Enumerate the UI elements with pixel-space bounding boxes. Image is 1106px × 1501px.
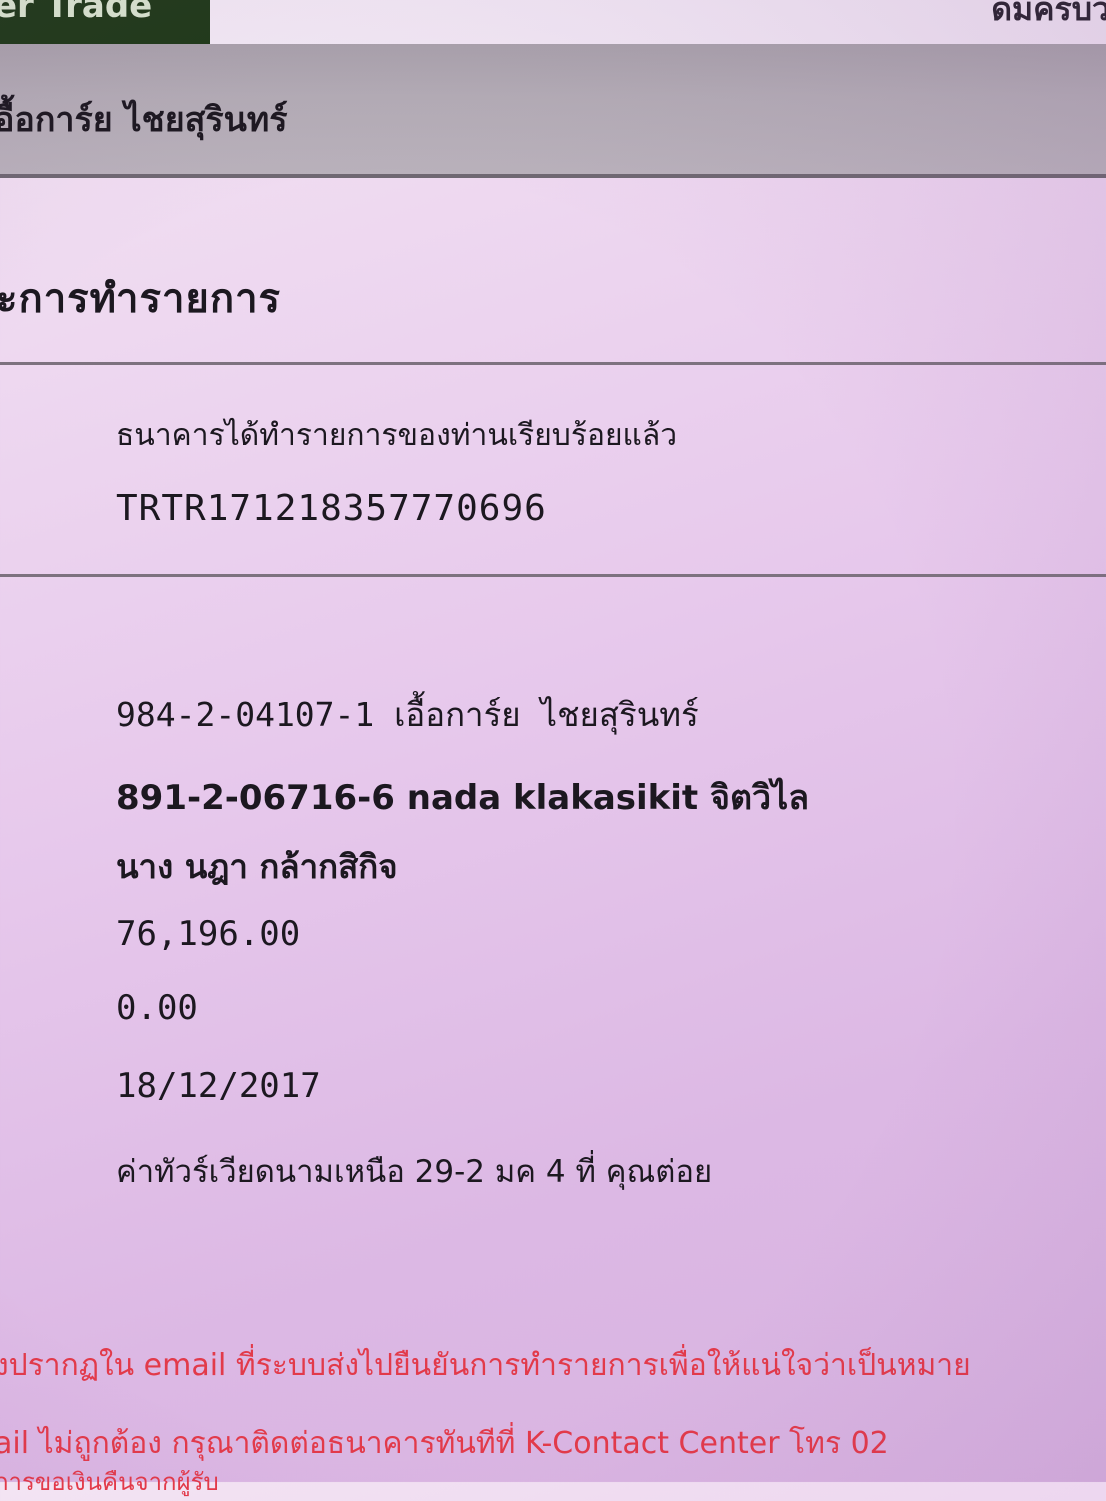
section-divider bbox=[0, 362, 1106, 365]
screen-vignette bbox=[0, 0, 1106, 1482]
transaction-date: 18/12/2017 bbox=[116, 1066, 321, 1106]
account-holder-name: อื้อการ์ย ไชยสุรินทร์ bbox=[0, 100, 288, 140]
notice-line-2: ail ไม่ถูกต้อง กรุณาติดต่อธนาคารทันทีที่… bbox=[0, 1426, 889, 1461]
to-account: 891-2-06716-6 nada klakasikit จิตวิไล bbox=[116, 778, 810, 818]
transaction-memo: ค่าทัวร์เวียดนามเหนือ 29-2 มค 4 ที่ คุณต… bbox=[116, 1154, 713, 1190]
top-right-menu-text[interactable]: ดมครบว bbox=[991, 0, 1106, 35]
from-account: 984-2-04107-1 เอื้อการ์ย ไชยสุรินทร์ bbox=[116, 695, 699, 734]
transfer-amount: 76,196.00 bbox=[116, 914, 301, 954]
account-holder-bar: อื้อการ์ย ไชยสุรินทร์ bbox=[0, 44, 1106, 178]
confirmation-divider bbox=[0, 574, 1106, 577]
reference-number: TRTR171218357770696 bbox=[116, 488, 547, 529]
brand-text: er Trade bbox=[0, 0, 153, 26]
status-message: ธนาคารได้ทำรายการของท่านเรียบร้อยแล้ว bbox=[116, 418, 678, 453]
brand-tab[interactable]: er Trade bbox=[0, 0, 210, 44]
to-account-name: นาง นฎา กล้ากสิกิจ bbox=[116, 847, 398, 886]
notice-line-1: ังปรากฏใน email ที่ระบบส่งไปยืนยันการทำร… bbox=[0, 1348, 971, 1383]
section-title: ะการทำรายการ bbox=[0, 276, 282, 322]
transfer-fee: 0.00 bbox=[116, 988, 198, 1028]
